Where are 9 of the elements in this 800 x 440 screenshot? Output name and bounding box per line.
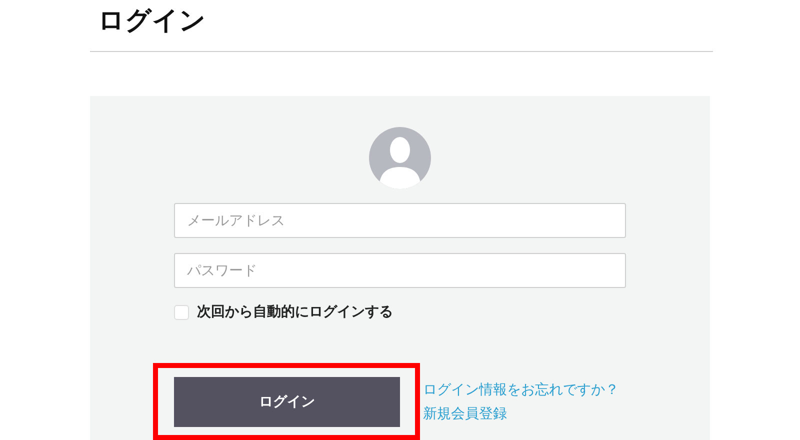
input-field[interactable]: パスワード (174, 253, 626, 288)
input-field[interactable]: メールアドレス (174, 203, 626, 238)
remember-checkbox[interactable] (174, 304, 189, 320)
login-button[interactable]: ログイン (174, 377, 400, 427)
link[interactable]: 新規会員登録 (423, 404, 619, 422)
avatar-icon (369, 127, 431, 189)
link[interactable]: ログイン情報をお忘れですか？ (423, 380, 619, 398)
remember-label: 次回から自動的にログインする (197, 303, 393, 321)
page-title: ログイン (98, 5, 206, 38)
